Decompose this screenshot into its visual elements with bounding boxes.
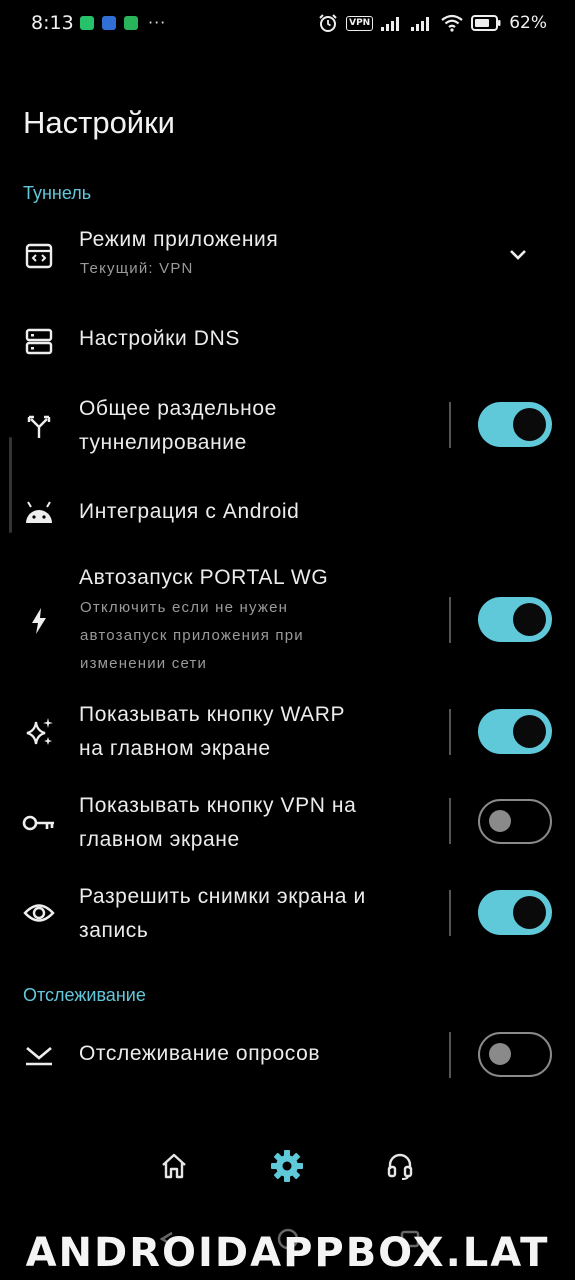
divider: [449, 798, 451, 844]
app-code-icon: [22, 239, 56, 273]
android-icon: [22, 497, 56, 531]
app-notification-icon: [124, 16, 138, 30]
more-notifications-icon: ···: [148, 13, 167, 32]
vpn-badge: VPN: [346, 15, 374, 31]
page-title: Настройки: [23, 105, 176, 140]
eye-icon: [22, 896, 56, 930]
key-icon: [22, 806, 56, 840]
whatsapp-icon: [80, 16, 94, 30]
home-icon: [162, 1153, 186, 1179]
divider: [449, 709, 451, 755]
section-header-tunnel: Туннель: [23, 183, 92, 203]
setting-title: Автозапуск PORTAL WG: [79, 566, 329, 589]
nav-settings[interactable]: [269, 1148, 305, 1184]
battery-icon: [471, 15, 501, 31]
gear-icon: [271, 1150, 303, 1182]
setting-vpn-button[interactable]: Показывать кнопку VPN на главном экране: [0, 788, 575, 858]
setting-title: Разрешить снимки экрана и запись: [79, 885, 366, 942]
status-time: 8:13: [31, 12, 74, 34]
setting-title: Интеграция с Android: [79, 500, 300, 523]
divider: [449, 890, 451, 936]
watermark: ANDROIDAPPBOX.LAT: [25, 1230, 550, 1276]
setting-title: Настройки DNS: [79, 327, 240, 350]
setting-title: Показывать кнопку WARP на главном экране: [79, 703, 346, 760]
warp-button-toggle[interactable]: [478, 709, 552, 754]
poll-icon: [22, 1038, 56, 1072]
vpn-button-toggle[interactable]: [478, 799, 552, 844]
autostart-toggle[interactable]: [478, 597, 552, 642]
scroll-indicator: [9, 437, 12, 533]
divider: [449, 597, 451, 643]
setting-title: Показывать кнопку VPN на главном экране: [79, 794, 357, 851]
setting-autostart[interactable]: Автозапуск PORTAL WG Отключить если не н…: [0, 560, 575, 680]
setting-android-integration[interactable]: Интеграция с Android: [0, 492, 575, 538]
app-notification-icon: [102, 16, 116, 30]
bottom-navigation: [0, 1140, 575, 1200]
setting-poll-tracking[interactable]: Отслеживание опросов: [0, 1031, 575, 1081]
section-header-tracking: Отслеживание: [23, 985, 146, 1005]
split-arrow-icon: [22, 409, 56, 443]
setting-split-tunneling[interactable]: Общее раздельное туннелирование: [0, 392, 575, 460]
setting-dns[interactable]: Настройки DNS: [0, 318, 575, 364]
divider: [449, 1032, 451, 1078]
nav-support[interactable]: [382, 1148, 418, 1184]
setting-subtitle: Текущий: VPN: [80, 260, 194, 277]
setting-title: Общее раздельное туннелирование: [79, 397, 277, 454]
status-indicators: VPN 62%: [318, 13, 547, 33]
bolt-icon: [22, 604, 56, 638]
dns-server-icon: [22, 324, 56, 358]
wifi-icon: [441, 14, 463, 32]
chevron-down-icon[interactable]: [506, 243, 530, 267]
battery-percent: 62%: [509, 13, 547, 33]
status-bar: 8:13 ··· VPN 62%: [0, 0, 575, 48]
signal-icon: [381, 17, 400, 31]
signal-icon: [411, 17, 430, 31]
setting-app-mode[interactable]: Режим приложения Текущий: VPN: [0, 222, 575, 292]
screenshots-toggle[interactable]: [478, 890, 552, 935]
setting-subtitle: Отключить если не нужен автозапуск прило…: [80, 599, 304, 672]
notification-icons: ···: [80, 13, 167, 32]
headset-icon: [387, 1153, 413, 1180]
sparkles-icon: [22, 715, 56, 749]
setting-warp-button[interactable]: Показывать кнопку WARP на главном экране: [0, 697, 575, 767]
setting-title: Отслеживание опросов: [79, 1042, 321, 1065]
divider: [449, 402, 451, 448]
setting-title: Режим приложения: [79, 228, 279, 251]
alarm-icon: [319, 14, 337, 32]
poll-tracking-toggle[interactable]: [478, 1032, 552, 1077]
nav-home[interactable]: [156, 1148, 192, 1184]
split-tunnel-toggle[interactable]: [478, 402, 552, 447]
setting-screenshots[interactable]: Разрешить снимки экрана и запись: [0, 879, 575, 949]
